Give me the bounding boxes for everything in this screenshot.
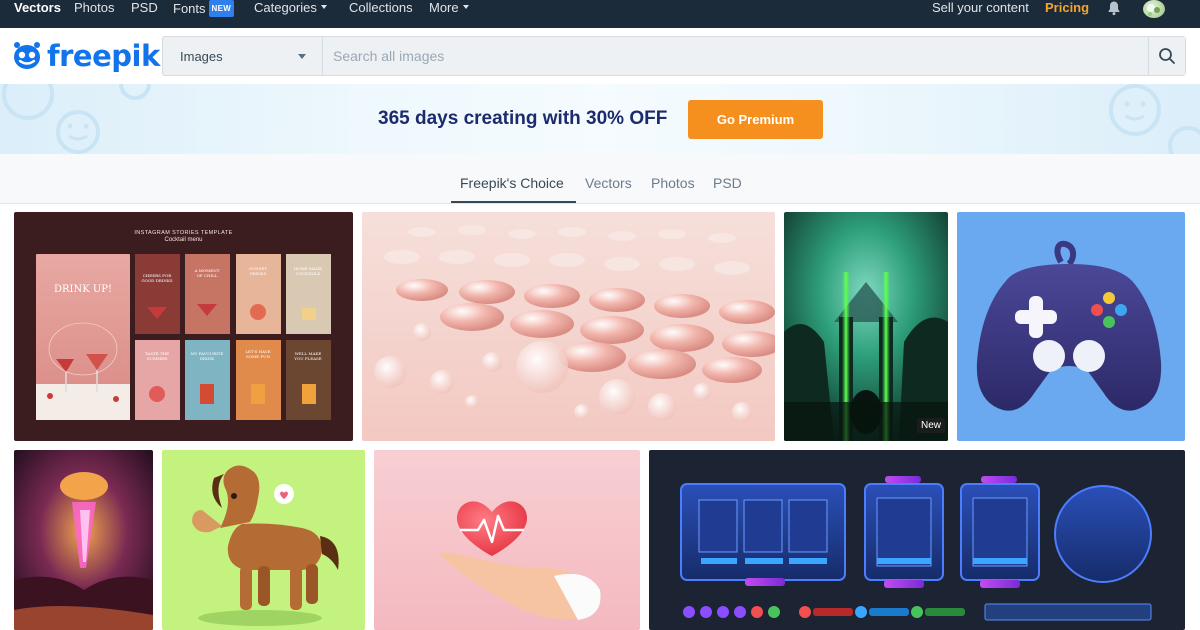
image-tile-forest-portal[interactable]: New xyxy=(784,212,948,441)
svg-text:COCKTAILS: COCKTAILS xyxy=(296,271,321,276)
main-header: freepik Images xyxy=(0,28,1200,84)
image-tile-cocktail-template[interactable]: INSTAGRAM STORIES TEMPLATE Cocktail menu… xyxy=(14,212,353,441)
image-tile-gamepad-3d[interactable] xyxy=(957,212,1185,441)
nav-vectors[interactable]: Vectors xyxy=(14,0,61,28)
svg-text:YOU PLEASE: YOU PLEASE xyxy=(293,356,321,361)
active-tab-indicator xyxy=(451,201,576,203)
chevron-down-icon xyxy=(320,5,327,9)
search-input[interactable] xyxy=(324,37,1149,75)
nav-categories-label: Categories xyxy=(254,0,317,15)
story-cards-grid: CHEERS FORGOOD DRINKS A MOMENTOF CHILL S… xyxy=(135,254,331,420)
bell-icon[interactable] xyxy=(1106,0,1122,16)
svg-text:GOOD DRINKS: GOOD DRINKS xyxy=(141,278,173,283)
svg-text:DRINK: DRINK xyxy=(200,356,215,361)
svg-text:DRINKS: DRINKS xyxy=(249,271,266,276)
promo-text: 365 days creating with 30% OFF xyxy=(378,108,668,129)
surreal-poster-image xyxy=(14,450,153,630)
tab-freepiks-choice[interactable]: Freepik's Choice xyxy=(460,175,564,191)
filter-tabs: Freepik's Choice Vectors Photos PSD xyxy=(0,154,1200,204)
game-ui-frames-image xyxy=(680,476,1152,621)
sell-content-link[interactable]: Sell your content xyxy=(932,0,1029,28)
svg-text:OF CHILL: OF CHILL xyxy=(197,273,218,278)
pink-bubbles-image xyxy=(362,212,775,441)
image-tile-pink-bubbles[interactable] xyxy=(362,212,775,441)
search-type-label: Images xyxy=(180,49,223,64)
svg-text:SOME FUN: SOME FUN xyxy=(246,354,270,359)
chevron-down-icon xyxy=(462,5,469,9)
tab-psd[interactable]: PSD xyxy=(713,175,742,191)
tab-vectors[interactable]: Vectors xyxy=(585,175,632,191)
image-tile-heart-hand[interactable] xyxy=(374,450,640,630)
top-navigation-bar: Vectors Photos PSD Fonts NEW Categories C… xyxy=(0,0,1200,28)
freepik-logo[interactable]: freepik xyxy=(10,38,160,74)
new-badge: New xyxy=(916,418,945,433)
nav-psd[interactable]: PSD xyxy=(131,0,158,28)
dropdown-arrow-icon xyxy=(298,54,306,59)
tab-photos[interactable]: Photos xyxy=(651,175,695,191)
search-bar: Images xyxy=(162,36,1186,76)
freepik-logo-icon xyxy=(14,42,40,69)
nav-fonts-label: Fonts xyxy=(173,1,206,16)
gamepad-icon xyxy=(976,240,1162,411)
search-button[interactable] xyxy=(1148,37,1185,75)
forest-portal-image xyxy=(784,212,948,441)
image-tile-cartoon-horse[interactable] xyxy=(162,450,365,630)
user-avatar[interactable] xyxy=(1143,0,1165,18)
svg-text:SUMMER: SUMMER xyxy=(147,356,168,361)
new-badge: NEW xyxy=(208,0,235,17)
nav-photos[interactable]: Photos xyxy=(74,0,114,28)
horse-illustration xyxy=(192,465,339,626)
nav-fonts[interactable]: Fonts NEW xyxy=(173,0,235,28)
nav-more[interactable]: More xyxy=(429,0,469,28)
nav-categories[interactable]: Categories xyxy=(254,0,327,28)
heart-hand-illustration xyxy=(438,501,601,620)
promo-banner: 365 days creating with 30% OFF Go Premiu… xyxy=(0,84,1200,154)
go-premium-button[interactable]: Go Premium xyxy=(688,100,823,139)
image-tile-surreal-poster[interactable] xyxy=(14,450,153,630)
image-tile-game-ui-frames[interactable] xyxy=(649,450,1185,630)
nav-more-label: More xyxy=(429,0,459,15)
search-icon xyxy=(1159,48,1175,64)
pricing-link[interactable]: Pricing xyxy=(1045,0,1089,28)
search-type-select[interactable]: Images xyxy=(163,37,323,75)
logo-text: freepik xyxy=(47,39,160,73)
nav-collections[interactable]: Collections xyxy=(349,0,413,28)
